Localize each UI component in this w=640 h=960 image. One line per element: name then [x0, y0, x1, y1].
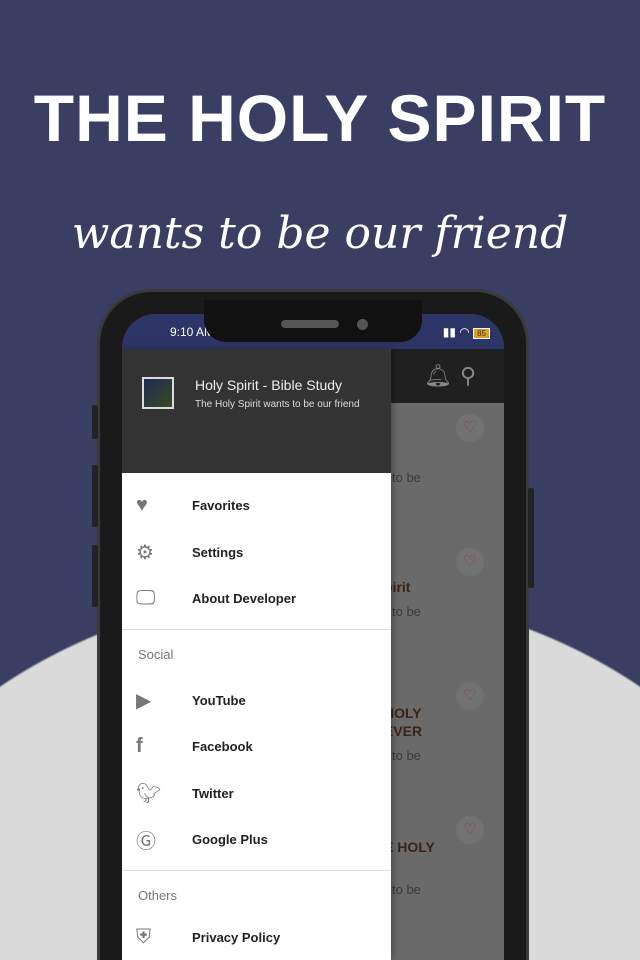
- heart-icon: ♥: [136, 493, 148, 516]
- phone-button: [528, 488, 534, 588]
- menu-item-settings[interactable]: ⚙ Settings: [122, 529, 391, 575]
- shield-lock-icon: ⛨: [136, 925, 151, 948]
- menu-label: YouTube: [192, 692, 246, 708]
- menu-label: Twitter: [192, 785, 234, 801]
- divider: [122, 629, 391, 630]
- divider: [122, 870, 391, 871]
- navigation-drawer: Holy Spirit - Bible Study The Holy Spiri…: [122, 349, 391, 960]
- status-icons: ▮▮ ◠ 85: [443, 325, 490, 339]
- list-item-subtitle: to be: [392, 748, 421, 763]
- favorite-button[interactable]: ♡: [456, 816, 484, 844]
- menu-label: Facebook: [192, 738, 253, 754]
- facebook-icon: f: [136, 734, 143, 757]
- promo-subtitle: wants to be our friend: [71, 208, 569, 259]
- menu-item-about-developer[interactable]: 🖵︎ About Developer: [122, 575, 391, 621]
- favorite-button[interactable]: ♡: [456, 682, 484, 710]
- phone-button: [92, 405, 98, 439]
- menu-item-facebook[interactable]: f Facebook: [122, 723, 391, 769]
- monitor-code-icon: 🖵︎: [136, 586, 156, 609]
- list-item-subtitle: to be: [392, 882, 421, 897]
- phone-button: [92, 465, 98, 527]
- menu-item-favorites[interactable]: ♥ Favorites: [122, 482, 391, 528]
- menu-label: Privacy Policy: [192, 929, 281, 945]
- menu-label: Favorites: [192, 497, 250, 513]
- gear-icon: ⚙: [136, 541, 154, 564]
- twitter-icon: 🐦︎: [136, 782, 162, 805]
- menu-item-youtube[interactable]: ▶ YouTube: [122, 677, 391, 723]
- favorite-button[interactable]: ♡: [456, 548, 484, 576]
- menu-label: Settings: [192, 544, 244, 560]
- wifi-icon: ◠: [459, 324, 470, 339]
- menu-item-privacy-policy[interactable]: ⛨ Privacy Policy: [122, 914, 391, 960]
- list-item-subtitle: to be: [392, 604, 421, 619]
- phone-speaker: [281, 320, 339, 328]
- bell-icon[interactable]: 🔔︎: [424, 363, 452, 389]
- menu-label: About Developer: [192, 590, 297, 606]
- youtube-icon: ▶: [136, 689, 152, 712]
- promo-title: THE HOLY SPIRIT: [33, 81, 607, 155]
- app-tagline: The Holy Spirit wants to be our friend: [195, 399, 360, 410]
- phone-button: [92, 545, 98, 607]
- section-header-others: Others: [138, 888, 178, 903]
- search-icon[interactable]: ⚲: [460, 363, 476, 389]
- list-item-subtitle: to be: [392, 470, 421, 485]
- drawer-header: Holy Spirit - Bible Study The Holy Spiri…: [122, 349, 391, 473]
- google-plus-icon: Ⓖ: [136, 830, 156, 853]
- section-header-social: Social: [138, 647, 174, 662]
- list-item-title: E HOLY: [384, 839, 435, 855]
- menu-item-twitter[interactable]: 🐦︎ Twitter: [122, 770, 391, 816]
- favorite-button[interactable]: ♡: [456, 414, 484, 442]
- menu-item-google-plus[interactable]: Ⓖ Google Plus: [122, 816, 391, 862]
- menu-label: Google Plus: [192, 831, 268, 847]
- app-logo: [142, 377, 174, 409]
- app-name: Holy Spirit - Bible Study: [195, 377, 343, 393]
- phone-camera: [357, 319, 368, 330]
- battery-icon: 85: [473, 327, 490, 339]
- phone-screen: 9:10 AM ▮▮ ◠ 85 🔔︎ ⚲ ♡ to be ♡ pirit to …: [122, 314, 504, 960]
